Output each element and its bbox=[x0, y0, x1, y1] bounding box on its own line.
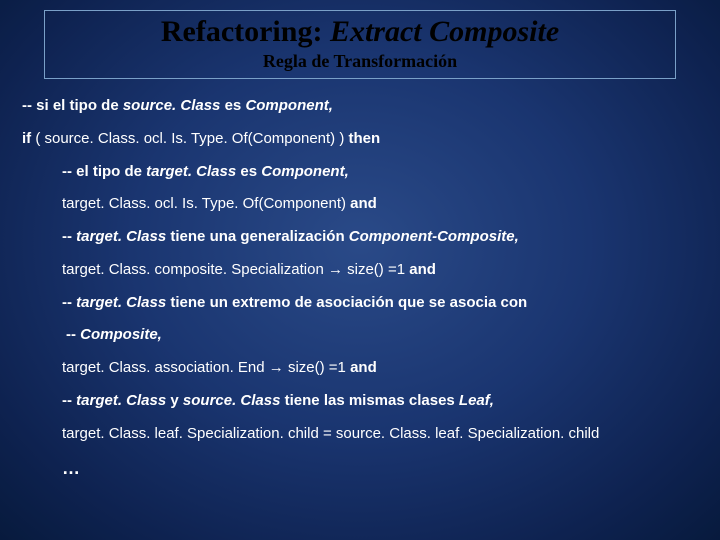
text: es bbox=[236, 163, 261, 180]
slide-body: -- si el tipo de source. Class es Compon… bbox=[0, 79, 720, 480]
rule-line: target. Class. composite. Specialization… bbox=[22, 261, 698, 280]
text: size() =1 bbox=[343, 261, 409, 278]
ellipsis: … bbox=[22, 457, 698, 480]
text: -- bbox=[62, 228, 76, 245]
rule-line: target. Class. association. End → size()… bbox=[22, 359, 698, 378]
text: -- bbox=[62, 392, 76, 409]
text: target. Class. association. End bbox=[62, 359, 269, 376]
text: then bbox=[349, 130, 381, 147]
rule-line: if ( source. Class. ocl. Is. Type. Of(Co… bbox=[22, 130, 698, 149]
text: -- bbox=[62, 294, 76, 311]
text: ( source. Class. ocl. Is. Type. Of(Compo… bbox=[31, 130, 348, 147]
title-italic: Extract Composite bbox=[330, 15, 559, 48]
text: -- bbox=[66, 326, 80, 343]
text: and bbox=[409, 261, 436, 278]
text: source. Class bbox=[183, 392, 281, 409]
text: Leaf, bbox=[459, 392, 494, 409]
text: tiene las mismas clases bbox=[280, 392, 458, 409]
text: Composite, bbox=[80, 326, 162, 343]
text: es bbox=[220, 97, 245, 114]
text: y bbox=[166, 392, 183, 409]
text: -- el tipo de bbox=[62, 163, 146, 180]
text: -- si el tipo de bbox=[22, 97, 123, 114]
arrow-icon: → bbox=[328, 261, 343, 278]
text: source. Class bbox=[123, 97, 221, 114]
text: tiene una generalización bbox=[166, 228, 349, 245]
rule-line: -- target. Class tiene una generalizació… bbox=[22, 228, 698, 247]
rule-line: -- si el tipo de source. Class es Compon… bbox=[22, 97, 698, 116]
slide-title: Refactoring: Extract Composite bbox=[45, 15, 675, 49]
arrow-icon: → bbox=[269, 359, 284, 376]
text: Component, bbox=[261, 163, 349, 180]
text: and bbox=[350, 195, 377, 212]
text: target. Class. leaf. Specialization. chi… bbox=[62, 425, 599, 442]
header-box: Refactoring: Extract Composite Regla de … bbox=[44, 10, 676, 79]
text: if bbox=[22, 130, 31, 147]
text: target. Class bbox=[76, 294, 166, 311]
rule-line: target. Class. ocl. Is. Type. Of(Compone… bbox=[22, 195, 698, 214]
text: Component-Composite, bbox=[349, 228, 519, 245]
text: target. Class bbox=[146, 163, 236, 180]
rule-line: -- target. Class y source. Class tiene l… bbox=[22, 392, 698, 411]
rule-line: -- el tipo de target. Class es Component… bbox=[22, 163, 698, 182]
text: target. Class. composite. Specialization bbox=[62, 261, 328, 278]
text: target. Class bbox=[76, 392, 166, 409]
text: size() =1 bbox=[284, 359, 350, 376]
slide-subtitle: Regla de Transformación bbox=[45, 51, 675, 72]
rule-line: -- target. Class tiene un extremo de aso… bbox=[22, 294, 698, 313]
rule-line: -- Composite, bbox=[22, 326, 698, 345]
text: tiene un extremo de asociación que se as… bbox=[166, 294, 527, 311]
title-plain: Refactoring: bbox=[161, 15, 330, 48]
text: and bbox=[350, 359, 377, 376]
text: target. Class bbox=[76, 228, 166, 245]
text: target. Class. ocl. Is. Type. Of(Compone… bbox=[62, 195, 350, 212]
rule-line: target. Class. leaf. Specialization. chi… bbox=[22, 425, 698, 444]
text: Component, bbox=[245, 97, 333, 114]
